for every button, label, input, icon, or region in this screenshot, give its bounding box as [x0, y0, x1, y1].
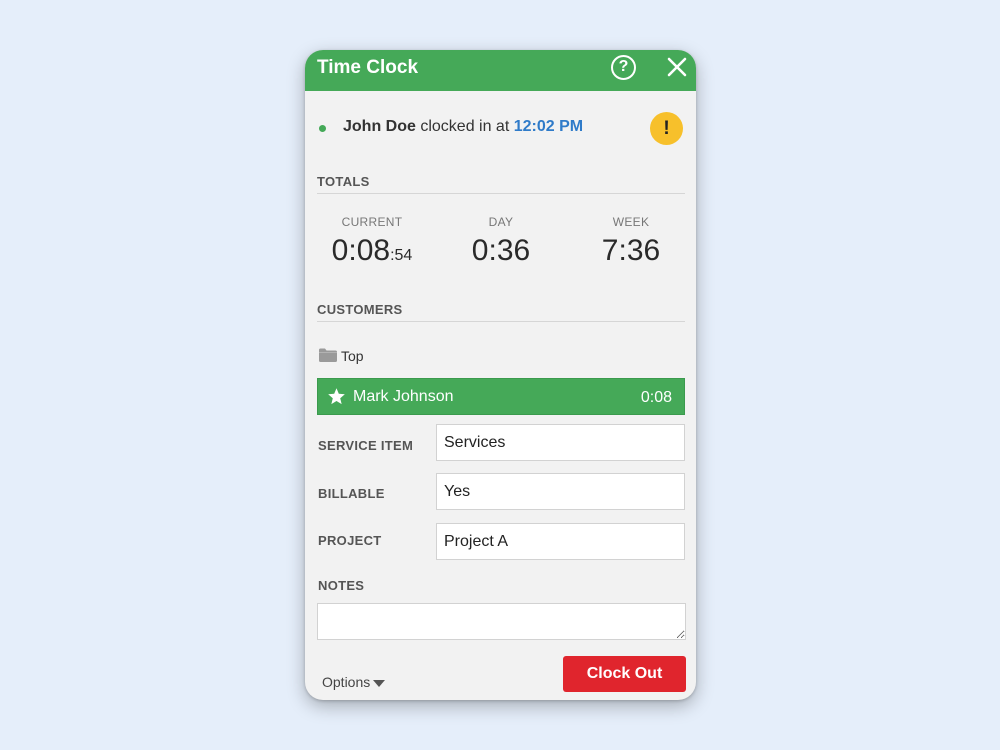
total-current-main: 0:08	[331, 234, 391, 267]
employee-name: John Doe	[343, 118, 416, 135]
folder-icon	[319, 348, 337, 362]
clock-out-button[interactable]: Clock Out	[563, 656, 686, 692]
selected-customer-row[interactable]: Mark Johnson 0:08	[317, 378, 685, 415]
customers-divider	[317, 321, 685, 322]
status-message: clocked in at	[415, 118, 514, 135]
star-icon[interactable]	[327, 387, 346, 406]
window-title: Time Clock	[317, 57, 419, 78]
total-week-label: WEEK	[612, 215, 650, 229]
warning-icon[interactable]: !	[650, 112, 683, 145]
help-icon[interactable]: ?	[611, 55, 636, 80]
total-current-seconds: :54	[390, 247, 413, 264]
total-week: WEEK 7:36	[566, 215, 696, 268]
total-week-value: 7:36	[601, 234, 661, 267]
customer-folder-top[interactable]: Top	[341, 348, 364, 364]
customer-name: Mark Johnson	[353, 388, 454, 405]
options-dropdown[interactable]: Options	[322, 674, 386, 690]
title-bar: Time Clock ?	[305, 50, 696, 91]
close-icon[interactable]	[667, 57, 687, 77]
time-clock-widget: Time Clock ? John Doe clocked in at 12:0…	[305, 50, 696, 700]
total-current-value: 0:08:54	[307, 234, 437, 268]
clock-status-text: John Doe clocked in at 12:02 PM	[343, 118, 583, 136]
project-label: PROJECT	[318, 533, 382, 548]
clock-in-time: 12:02 PM	[513, 118, 584, 135]
service-item-label: SERVICE ITEM	[318, 438, 414, 453]
total-day-label: DAY	[488, 215, 514, 229]
project-field[interactable]	[436, 523, 685, 560]
total-day: DAY 0:36	[436, 215, 566, 268]
caret-down-icon	[373, 679, 386, 687]
notes-label: NOTES	[318, 578, 365, 593]
total-day-value: 0:36	[471, 234, 531, 267]
totals-divider	[317, 193, 685, 194]
service-item-field[interactable]	[436, 424, 685, 461]
clock-status-row: John Doe clocked in at 12:02 PM	[305, 91, 696, 161]
status-dot-icon	[319, 125, 326, 132]
options-label: Options	[322, 674, 371, 690]
total-current-label: CURRENT	[341, 215, 403, 229]
totals-section-title: TOTALS	[317, 174, 370, 189]
billable-field[interactable]	[436, 473, 685, 510]
customers-section-title: CUSTOMERS	[317, 302, 403, 317]
notes-textarea[interactable]	[317, 603, 686, 640]
billable-label: BILLABLE	[318, 486, 385, 501]
total-current: CURRENT 0:08:54	[307, 215, 437, 268]
customer-time: 0:08	[640, 389, 672, 406]
